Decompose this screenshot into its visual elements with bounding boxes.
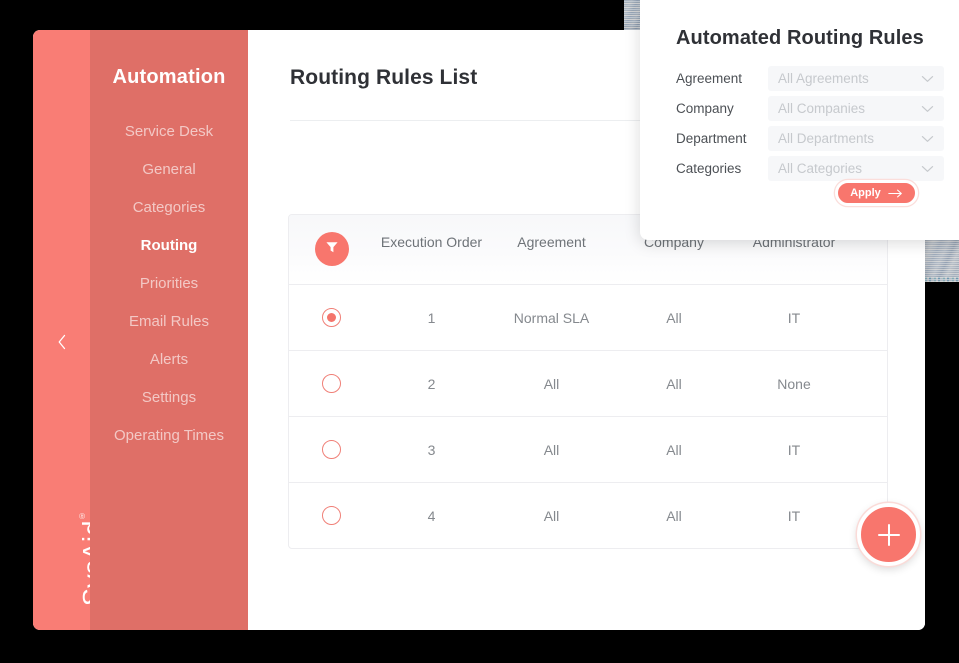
table-row[interactable]: 4 All All IT <box>289 483 887 548</box>
cell-company: All <box>666 309 682 326</box>
field-label-department: Department <box>676 131 747 146</box>
company-select-value: All Companies <box>778 101 866 116</box>
sidebar-title: Automation <box>112 66 226 88</box>
cell-administrator: None <box>777 375 811 392</box>
department-select[interactable]: All Departments <box>768 126 944 151</box>
sidebar-item-label: General <box>142 160 196 178</box>
column-header-agreement[interactable]: Agreement <box>489 215 614 252</box>
sidebar-item-label: Routing <box>140 236 198 254</box>
cell-administrator: IT <box>787 507 801 524</box>
image-artifact-right <box>925 238 959 282</box>
row-radio-button[interactable] <box>322 374 341 393</box>
sidebar-item-label: Service Desk <box>124 122 214 140</box>
sidebar-item-alerts[interactable]: Alerts <box>90 340 248 378</box>
row-select-cell <box>289 308 374 327</box>
cell-execution-order: 4 <box>427 507 436 524</box>
image-artifact-edge <box>925 277 959 282</box>
row-radio-button[interactable] <box>322 506 341 525</box>
field-row-categories: Categories All Categories <box>676 154 944 183</box>
department-select-value: All Departments <box>778 131 875 146</box>
apply-button-label: Apply <box>850 187 881 199</box>
categories-select-value: All Categories <box>778 161 863 176</box>
automated-routing-rules-panel: Automated Routing Rules Agreement All Ag… <box>640 0 959 240</box>
sidebar-item-label: Categories <box>132 198 206 216</box>
sidebar-item-email-rules[interactable]: Email Rules <box>90 302 248 340</box>
registered-trademark-mark: ® <box>77 510 86 521</box>
chevron-down-icon <box>921 135 934 143</box>
table-row[interactable]: 3 All All IT <box>289 417 887 483</box>
cell-agreement: All <box>543 507 560 524</box>
sidebar-menu-panel: Automation Service Desk General Categori… <box>90 30 248 630</box>
cell-execution-order: 2 <box>427 375 436 392</box>
sidebar-rail: SysAid® <box>33 30 107 630</box>
cell-administrator: IT <box>787 309 801 326</box>
cell-agreement: Normal SLA <box>513 309 590 326</box>
sidebar-item-operating-times[interactable]: Operating Times <box>90 416 248 454</box>
panel-filter-fields: Agreement All Agreements Company All Com… <box>676 64 944 184</box>
sidebar-item-label: Settings <box>141 388 197 406</box>
sidebar-collapse-button[interactable] <box>51 331 73 353</box>
sidebar-item-label: Alerts <box>149 350 189 368</box>
filter-button[interactable] <box>314 232 349 266</box>
panel-title: Automated Routing Rules <box>676 27 924 49</box>
sidebar-item-priorities[interactable]: Priorities <box>90 264 248 302</box>
sidebar-item-service-desk[interactable]: Service Desk <box>90 112 248 150</box>
cell-agreement: All <box>543 375 560 392</box>
sidebar-item-categories[interactable]: Categories <box>90 188 248 226</box>
filter-funnel-icon <box>324 239 340 260</box>
field-row-department: Department All Departments <box>676 124 944 153</box>
sidebar-nav: Service Desk General Categories Routing … <box>90 112 248 454</box>
cell-execution-order: 3 <box>427 441 436 458</box>
page-title: Routing Rules List <box>290 66 478 89</box>
table-row[interactable]: 2 All All None <box>289 351 887 417</box>
sidebar-item-label: Email Rules <box>128 312 210 330</box>
sidebar-item-label: Priorities <box>139 274 199 292</box>
chevron-left-icon <box>57 334 67 350</box>
sidebar: SysAid® Automation Service Desk General … <box>33 30 248 630</box>
chevron-down-icon <box>921 75 934 83</box>
plus-icon <box>877 523 900 546</box>
apply-button[interactable]: Apply <box>835 180 918 206</box>
field-row-agreement: Agreement All Agreements <box>676 64 944 93</box>
row-select-cell <box>289 440 374 459</box>
company-select[interactable]: All Companies <box>768 96 944 121</box>
arrow-right-icon <box>888 189 903 198</box>
row-select-cell <box>289 374 374 393</box>
table-row[interactable]: 1 Normal SLA All IT <box>289 285 887 351</box>
sidebar-item-routing[interactable]: Routing <box>90 226 248 264</box>
cell-agreement: All <box>543 441 560 458</box>
row-radio-button[interactable] <box>322 308 341 327</box>
field-label-company: Company <box>676 101 734 116</box>
agreement-select[interactable]: All Agreements <box>768 66 944 91</box>
categories-select[interactable]: All Categories <box>768 156 944 181</box>
field-row-company: Company All Companies <box>676 94 944 123</box>
table-filter-cell <box>289 215 374 266</box>
sidebar-item-label: Operating Times <box>113 426 225 444</box>
field-label-categories: Categories <box>676 161 742 176</box>
chevron-down-icon <box>921 105 934 113</box>
routing-rules-table: Execution Order Agreement Company Admini… <box>288 214 888 549</box>
cell-company: All <box>666 375 682 392</box>
cell-company: All <box>666 507 682 524</box>
row-select-cell <box>289 506 374 525</box>
field-label-agreement: Agreement <box>676 71 743 86</box>
cell-administrator: IT <box>787 441 801 458</box>
add-rule-button[interactable] <box>857 503 920 566</box>
agreement-select-value: All Agreements <box>778 71 869 86</box>
chevron-down-icon <box>921 165 934 173</box>
row-radio-button[interactable] <box>322 440 341 459</box>
cell-company: All <box>666 441 682 458</box>
cell-execution-order: 1 <box>427 309 436 326</box>
sidebar-item-settings[interactable]: Settings <box>90 378 248 416</box>
sidebar-item-general[interactable]: General <box>90 150 248 188</box>
column-header-execution-order[interactable]: Execution Order <box>374 215 489 252</box>
